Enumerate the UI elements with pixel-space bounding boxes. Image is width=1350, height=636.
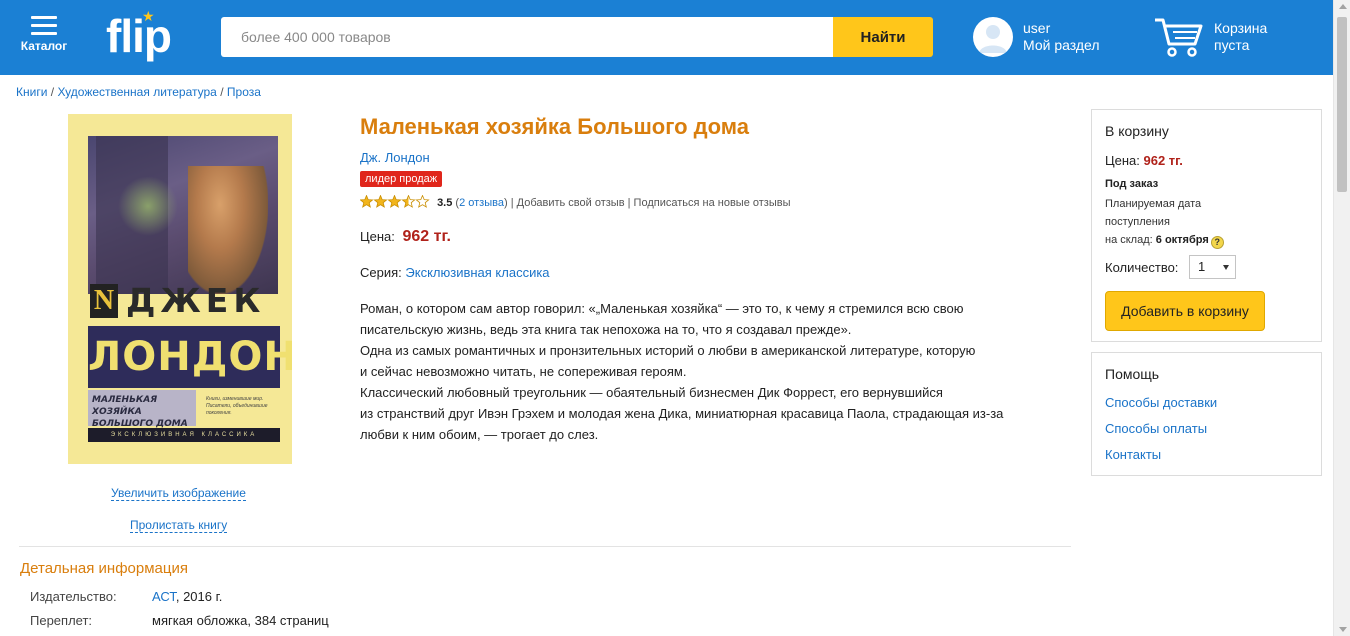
- quantity-select[interactable]: 1: [1189, 255, 1236, 279]
- description-line: из странствий друг Ивэн Грэхем и молодая…: [360, 406, 1004, 421]
- add-to-cart-button[interactable]: Добавить в корзину: [1105, 291, 1265, 331]
- buy-price-label: Цена:: [1105, 153, 1140, 168]
- description-line: писательскую жизнь, ведь эта книга так н…: [360, 322, 852, 337]
- scrollbar-thumb[interactable]: [1337, 17, 1347, 192]
- cover-series-logo: N: [90, 284, 118, 318]
- search-button[interactable]: Найти: [833, 17, 933, 57]
- subscribe-reviews-link[interactable]: Подписаться на новые отзывы: [634, 197, 791, 209]
- payment-methods-link[interactable]: Способы оплаты: [1105, 421, 1207, 436]
- breadcrumb-separator: /: [220, 85, 224, 99]
- dropdown-arrow-icon: [1223, 265, 1229, 270]
- description-line: Одна из самых романтичных и пронзительны…: [360, 343, 976, 358]
- help-panel: Помощь Способы доставки Способы оплаты К…: [1091, 352, 1322, 476]
- series-link[interactable]: Эксклюзивная классика: [405, 265, 549, 280]
- scroll-up-icon[interactable]: [1339, 4, 1347, 9]
- flip-book-link[interactable]: Пролистать книгу: [130, 518, 228, 533]
- breadcrumb-fiction[interactable]: Художественная литература: [57, 85, 216, 99]
- user-menu[interactable]: user Мой раздел: [1023, 20, 1100, 54]
- enlarge-image-link[interactable]: Увеличить изображение: [111, 486, 246, 501]
- rating-value: 3.5: [437, 197, 453, 209]
- cover-painting: [88, 136, 278, 294]
- preorder-label: Под заказ: [1105, 178, 1159, 190]
- delivery-text: Планируемая дата: [1105, 198, 1202, 210]
- detail-value: мягкая обложка, 384 страниц: [152, 613, 329, 628]
- quantity-label: Количество:: [1105, 260, 1179, 275]
- description-line: Классический любовный треугольник — обая…: [360, 385, 943, 400]
- detail-key: Переплет:: [30, 613, 93, 628]
- author-link[interactable]: Дж. Лондон: [360, 150, 430, 165]
- price-value: 962 тг.: [402, 228, 451, 245]
- catalog-label: Каталог: [20, 39, 68, 53]
- cover-author-first-name: ДЖЕК: [126, 281, 266, 320]
- detail-row-binding: Переплет: мягкая обложка, 384 страниц: [30, 613, 329, 628]
- vertical-scrollbar[interactable]: [1333, 0, 1350, 636]
- cover-book-title: МАЛЕНЬКАЯ ХОЗЯЙКА БОЛЬШОГО ДОМА: [92, 395, 188, 429]
- contacts-link[interactable]: Контакты: [1105, 447, 1161, 462]
- breadcrumb-separator: /: [50, 85, 55, 99]
- cart-summary[interactable]: Корзина пуста: [1214, 20, 1267, 54]
- rating-row: 3.5 (2 отзыва) | Добавить свой отзыв | П…: [359, 195, 791, 211]
- rating-stars: [359, 195, 430, 211]
- user-section-link[interactable]: Мой раздел: [1023, 37, 1100, 54]
- detail-row-publisher: Издательство: АСТ, 2016 г.: [30, 589, 222, 604]
- details-heading: Детальная информация: [20, 560, 188, 577]
- breadcrumb: Книги / Художественная литература / Проз…: [16, 85, 261, 99]
- cover-author-last-name: ЛОНДОН: [88, 326, 292, 388]
- logo-star-icon: ★: [142, 8, 155, 24]
- delivery-date: 6 октября: [1155, 234, 1209, 246]
- series-row: Серия: Эксклюзивная классика: [360, 265, 550, 280]
- description-line: Роман, о котором сам автор говорил: «„Ма…: [360, 301, 964, 316]
- delivery-methods-link[interactable]: Способы доставки: [1105, 395, 1217, 410]
- user-avatar-icon[interactable]: [973, 17, 1013, 57]
- quantity-value: 1: [1198, 259, 1206, 274]
- help-panel-title: Помощь: [1105, 366, 1160, 382]
- buy-panel: В корзину Цена: 962 тг. Под заказ Планир…: [1091, 109, 1322, 342]
- buy-panel-title: В корзину: [1105, 123, 1169, 139]
- product-description: Роман, о котором сам автор говорил: «„Ма…: [360, 298, 1070, 445]
- cover-series-name: ЭКСКЛЮЗИВНАЯ КЛАССИКА: [88, 428, 280, 442]
- series-label: Серия:: [360, 265, 402, 280]
- product-title: Маленькая хозяйка Большого дома: [360, 114, 749, 139]
- detail-key: Издательство:: [30, 589, 117, 604]
- cover-tagline: Книги, изменившие мир. Писатели, объедин…: [206, 396, 268, 416]
- buy-price: Цена: 962 тг.: [1105, 153, 1183, 168]
- price-label: Цена:: [360, 229, 395, 244]
- site-logo[interactable]: flip: [106, 10, 172, 62]
- cart-status: пуста: [1214, 37, 1250, 53]
- user-name: user: [1023, 20, 1051, 36]
- bestseller-badge: лидер продаж: [360, 171, 443, 187]
- delivery-text: на склад:: [1105, 234, 1153, 246]
- detail-value: , 2016 г.: [175, 589, 223, 604]
- publisher-link[interactable]: АСТ: [152, 589, 176, 604]
- cart-label: Корзина: [1214, 20, 1268, 36]
- description-line: и сейчас невозможно читать, не сопережив…: [360, 364, 687, 379]
- section-divider: [19, 546, 1071, 547]
- price-row: Цена: 962 тг.: [360, 228, 451, 246]
- search-input[interactable]: [221, 17, 833, 57]
- help-icon[interactable]: ?: [1210, 236, 1224, 249]
- breadcrumb-books[interactable]: Книги: [16, 85, 47, 99]
- buy-price-value: 962 тг.: [1143, 153, 1183, 168]
- delivery-estimate: Планируемая дата поступления на склад: 6…: [1105, 195, 1305, 249]
- add-review-link[interactable]: Добавить свой отзыв: [517, 197, 625, 209]
- hamburger-icon: [31, 16, 57, 35]
- delivery-text: поступления: [1105, 216, 1170, 228]
- scroll-down-icon[interactable]: [1339, 627, 1347, 632]
- delivery-date-line: на склад: 6 октября?: [1105, 231, 1305, 249]
- catalog-button[interactable]: Каталог: [18, 16, 70, 53]
- cart-icon[interactable]: [1153, 16, 1203, 63]
- book-cover-image[interactable]: N ДЖЕК ЛОНДОН МАЛЕНЬКАЯ ХОЗЯЙКА БОЛЬШОГО…: [68, 114, 292, 464]
- reviews-count-link[interactable]: 2 отзыва: [459, 197, 504, 209]
- breadcrumb-prose[interactable]: Проза: [227, 85, 261, 99]
- description-line: любви к ним обоим, — трогает до слез.: [360, 427, 599, 442]
- top-header: Каталог flip ★ Найти user Мой раздел Кор…: [0, 0, 1333, 75]
